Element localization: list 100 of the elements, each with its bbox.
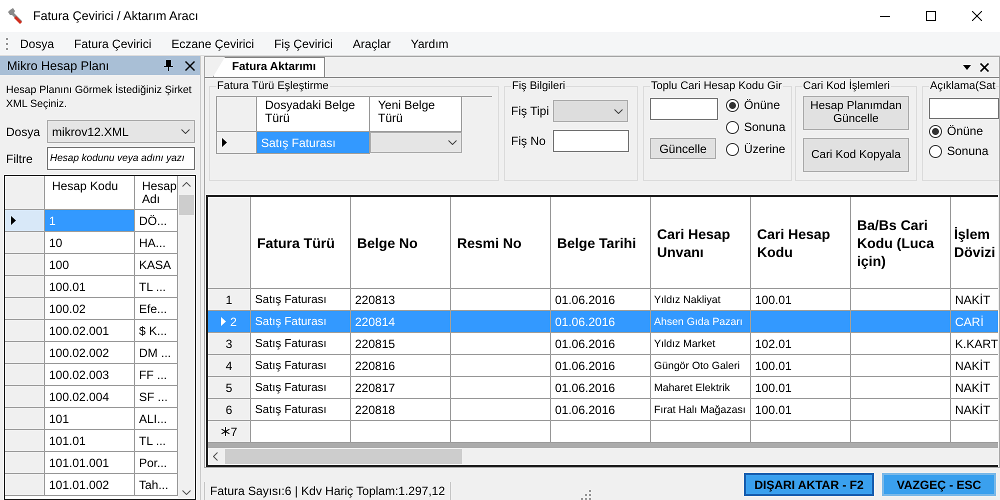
vertical-scrollbar[interactable] — [178, 176, 195, 499]
cancel-button[interactable]: VAZGEÇ - ESC — [882, 473, 996, 496]
menu-item[interactable]: Fiş Çevirici — [263, 36, 342, 50]
menu-item[interactable]: Eczane Çevirici — [160, 36, 264, 50]
radio-button[interactable] — [726, 98, 739, 112]
table-cell[interactable] — [651, 421, 751, 443]
table-cell[interactable]: Satış Faturası — [251, 289, 351, 311]
table-cell[interactable]: 100.01 — [45, 276, 135, 298]
table-cell[interactable] — [251, 421, 351, 443]
table-row[interactable]: 4 Satış Faturası 220816 01.06.2016 Güngör Oto Galeri 100.01 NAKİT — [208, 355, 998, 377]
table-cell[interactable]: 102.01 — [751, 333, 851, 355]
table-cell[interactable]: 220815 — [351, 333, 451, 355]
table-row[interactable]: 1 Satış Faturası 220813 01.06.2016 Yıldız Nakliyat 100.01 NAKİT — [208, 289, 998, 311]
table-cell[interactable]: DÖ... — [135, 210, 178, 232]
table-cell[interactable]: 100.02 — [45, 298, 135, 320]
table-cell[interactable] — [351, 421, 451, 443]
scroll-down-icon[interactable] — [182, 490, 191, 495]
table-cell[interactable]: DM ... — [135, 342, 178, 364]
table-cell[interactable] — [851, 289, 951, 311]
table-cell[interactable] — [851, 377, 951, 399]
table-cell[interactable]: 220816 — [351, 355, 451, 377]
close-icon[interactable] — [980, 62, 989, 72]
copy-code-button[interactable]: Cari Kod Kopyala — [803, 138, 909, 172]
scroll-left-icon[interactable] — [213, 452, 218, 461]
table-cell[interactable]: 220818 — [351, 399, 451, 421]
table-cell[interactable]: Güngör Oto Galeri — [651, 355, 751, 377]
tab[interactable]: Fatura Aktarımı — [213, 57, 325, 77]
table-cell[interactable]: 100 — [45, 254, 135, 276]
scrollbar-thumb[interactable] — [179, 195, 194, 215]
table-cell[interactable] — [451, 377, 551, 399]
table-cell[interactable]: Yıldız Nakliyat — [651, 289, 751, 311]
slip-type-dropdown[interactable] — [553, 100, 628, 122]
account-code-field[interactable] — [650, 98, 718, 120]
dropdown-icon[interactable] — [963, 64, 971, 70]
table-cell[interactable]: Satış Faturası — [251, 377, 351, 399]
scrollbar-thumb[interactable] — [225, 449, 462, 464]
table-cell[interactable]: 100.02.002 — [45, 342, 135, 364]
table-cell[interactable]: 100.02.003 — [45, 364, 135, 386]
table-cell[interactable] — [751, 421, 851, 443]
table-row[interactable]: 6 Satış Faturası 220818 01.06.2016 Fırat Halı Mağazası 100.01 NAKİT — [208, 399, 998, 421]
radio-button[interactable] — [726, 142, 739, 156]
table-cell[interactable]: 10 — [45, 232, 135, 254]
slip-no-field[interactable] — [553, 130, 629, 152]
table-cell[interactable] — [451, 289, 551, 311]
table-cell[interactable]: KASA — [135, 254, 178, 276]
scroll-up-icon[interactable] — [182, 182, 191, 187]
table-cell[interactable]: Satış Faturası — [251, 355, 351, 377]
table-cell[interactable]: 01.06.2016 — [551, 377, 651, 399]
table-cell[interactable]: 100.01 — [751, 355, 851, 377]
table-cell[interactable]: $ K... — [135, 320, 178, 342]
table-row[interactable]: 5 Satış Faturası 220817 01.06.2016 Maharet Elektrik 100.01 NAKİT — [208, 377, 998, 399]
table-cell[interactable] — [851, 399, 951, 421]
table-cell[interactable]: Satış Faturası — [251, 333, 351, 355]
file-dropdown[interactable]: mikrov12.XML — [47, 120, 195, 143]
table-cell[interactable]: TL ... — [135, 276, 178, 298]
table-cell[interactable]: 01.06.2016 — [551, 333, 651, 355]
radio-button[interactable] — [929, 124, 942, 138]
description-field[interactable] — [929, 98, 999, 119]
table-cell[interactable]: 100.01 — [751, 399, 851, 421]
close-icon[interactable] — [185, 60, 195, 70]
update-button[interactable]: Güncelle — [650, 138, 716, 159]
export-button[interactable]: DIŞARI AKTAR - F2 — [744, 473, 874, 496]
table-cell[interactable] — [851, 311, 951, 333]
pin-icon[interactable] — [164, 60, 173, 71]
table-cell[interactable]: 220813 — [351, 289, 451, 311]
table-cell[interactable] — [451, 333, 551, 355]
table-cell[interactable]: HA... — [135, 232, 178, 254]
table-cell[interactable]: TL ... — [135, 430, 178, 452]
table-cell[interactable]: 100.02.004 — [45, 386, 135, 408]
table-cell[interactable]: 100.01 — [751, 289, 851, 311]
table-cell[interactable]: 101.01.002 — [45, 474, 135, 496]
table-cell[interactable] — [851, 333, 951, 355]
menu-item[interactable]: Dosya — [9, 36, 64, 50]
type-dropdown[interactable] — [370, 132, 462, 153]
filter-field[interactable]: Hesap kodunu veya adını yazı — [47, 147, 195, 170]
row-header[interactable] — [5, 210, 45, 232]
menu-item[interactable]: Yardım — [400, 36, 458, 50]
row-header[interactable] — [217, 132, 257, 154]
table-cell[interactable] — [551, 421, 651, 443]
table-cell[interactable]: 01.06.2016 — [551, 399, 651, 421]
table-cell[interactable] — [851, 355, 951, 377]
table-cell[interactable]: 220817 — [351, 377, 451, 399]
table-cell[interactable] — [451, 399, 551, 421]
menu-item[interactable]: Araçlar — [342, 36, 400, 50]
menu-item[interactable]: Fatura Çevirici — [63, 36, 160, 50]
table-cell[interactable]: Fırat Halı Mağazası — [651, 399, 751, 421]
radio-button[interactable] — [929, 144, 942, 158]
table-cell[interactable]: Yıldız Market — [651, 333, 751, 355]
table-cell[interactable]: ALI... — [135, 408, 178, 430]
table-cell[interactable] — [451, 311, 551, 333]
update-from-plan-button[interactable]: Hesap Planımdan Güncelle — [803, 96, 909, 130]
horizontal-scrollbar[interactable] — [208, 448, 998, 465]
table-cell[interactable]: Tah... — [135, 474, 178, 496]
radio-button[interactable] — [726, 120, 739, 134]
table-cell[interactable] — [851, 421, 951, 443]
table-cell[interactable]: Por... — [135, 452, 178, 474]
table-cell[interactable]: Satış Faturası — [251, 399, 351, 421]
table-cell[interactable]: 101.01.001 — [45, 452, 135, 474]
table-cell[interactable]: 100.02.001 — [45, 320, 135, 342]
table-cell[interactable]: 100.01 — [751, 377, 851, 399]
